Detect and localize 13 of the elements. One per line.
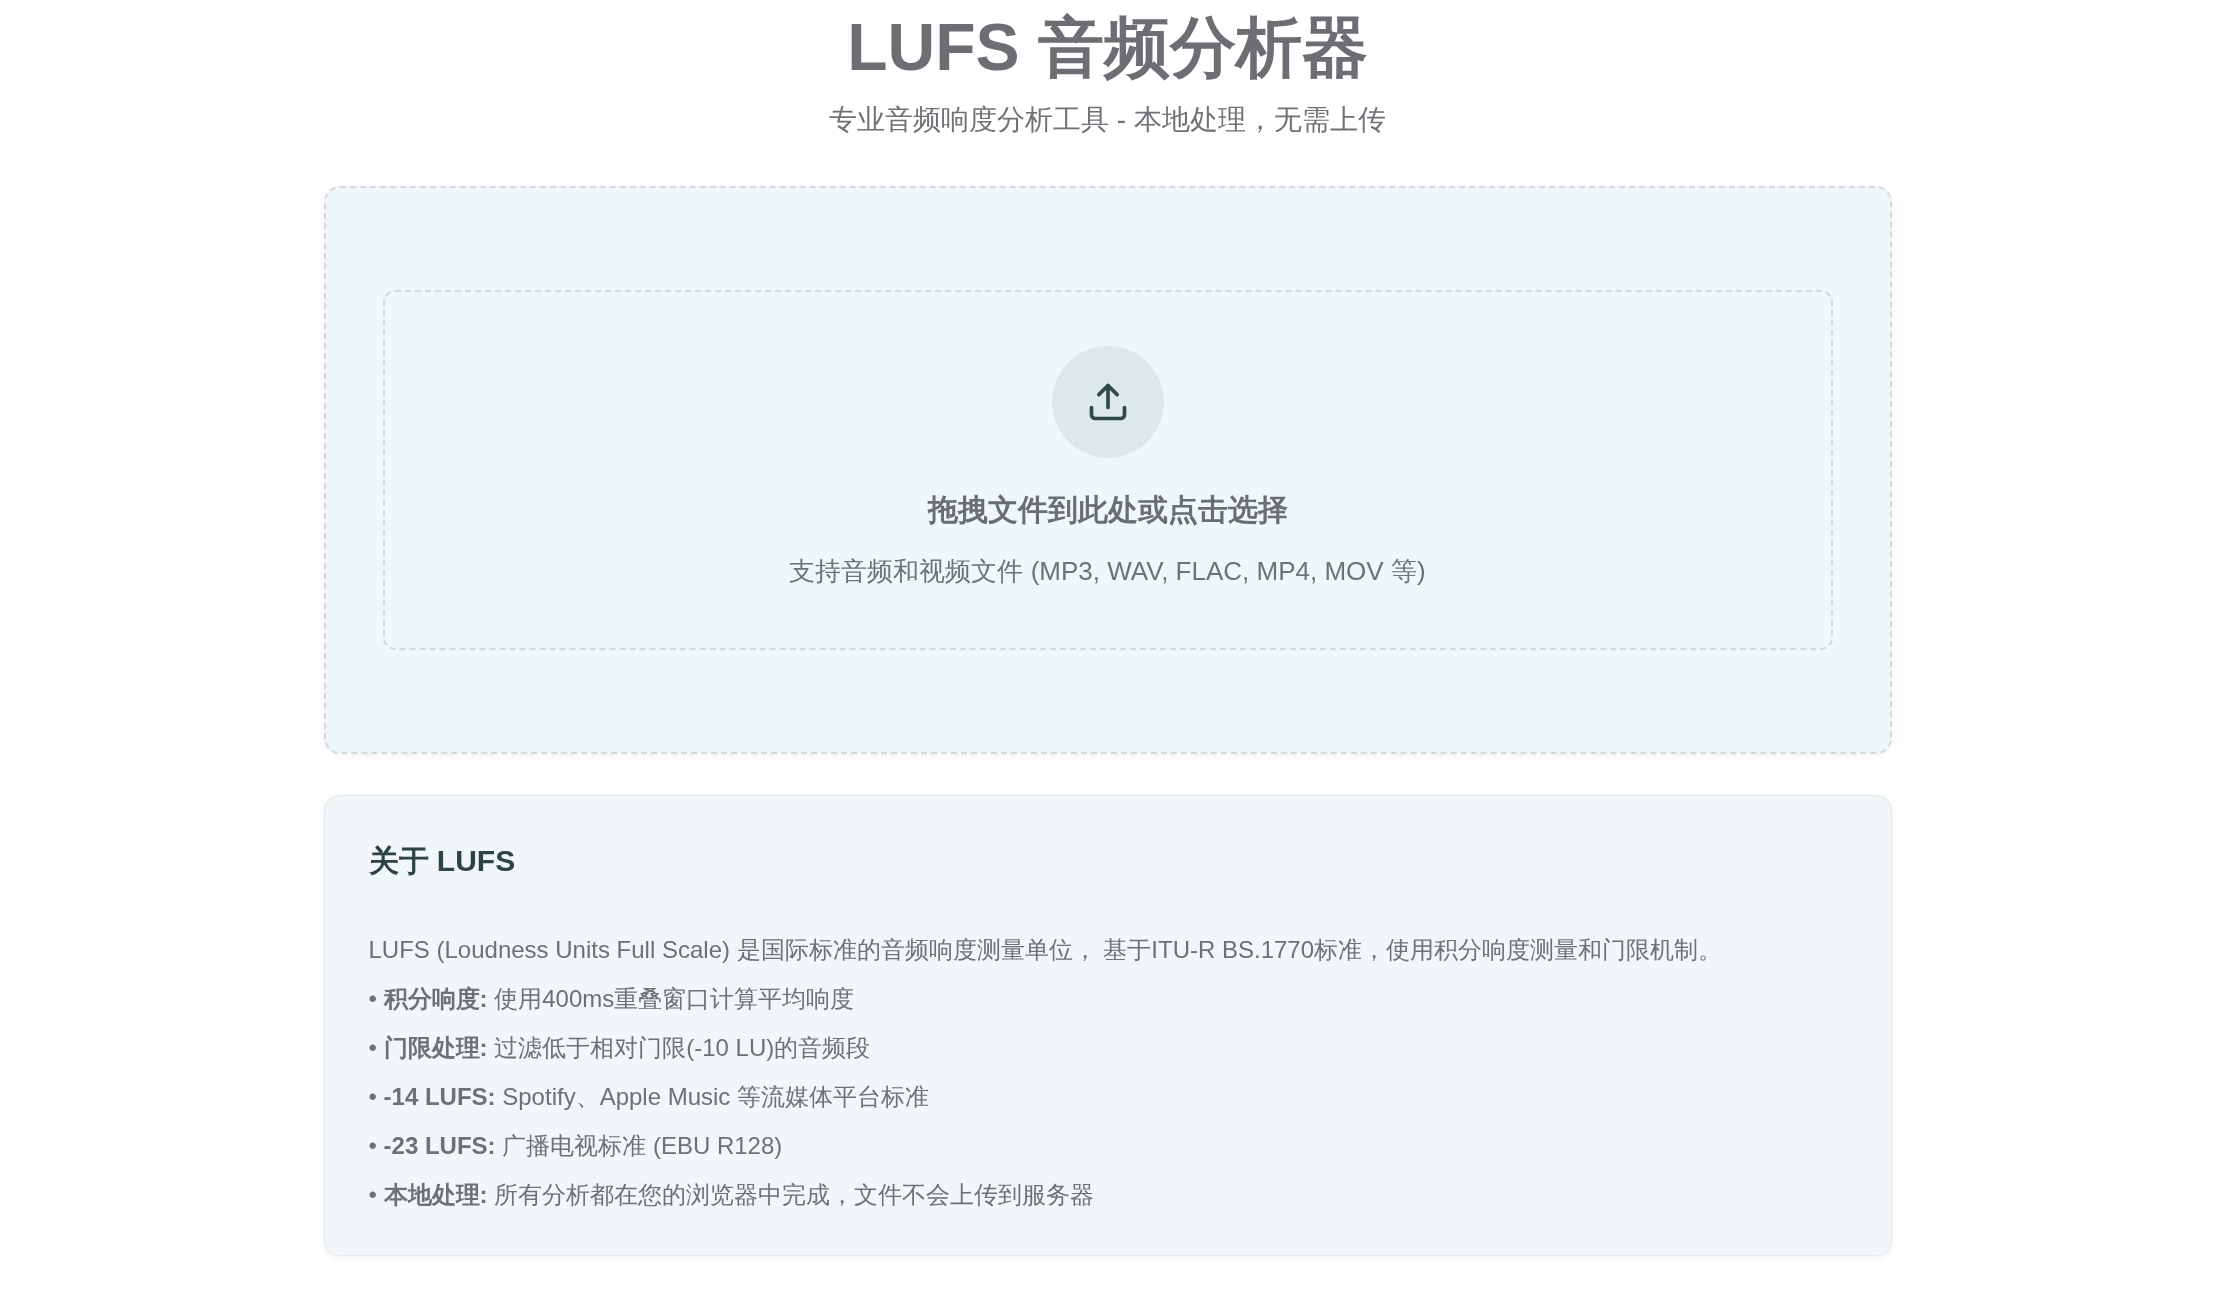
- about-point: • 门限处理: 过滤低于相对门限(-10 LU)的音频段: [368, 1033, 872, 1063]
- page-title: LUFS 音频分析器: [847, 9, 1368, 86]
- upload-icon: [1051, 346, 1164, 458]
- supported-formats-text: 支持音频和视频文件 (MP3, WAV, FLAC, MP4, MOV 等): [789, 555, 1426, 588]
- page-subtitle: 专业音频响度分析工具 - 本地处理，无需上传: [829, 103, 1386, 137]
- about-point: • 积分响度: 使用400ms重叠窗口计算平均响度: [368, 984, 856, 1014]
- about-point: • -23 LUFS: 广播电视标准 (EBU R128): [368, 1131, 784, 1161]
- about-intro: LUFS (Loudness Units Full Scale) 是国际标准的音频响度测量单位， 基于ITU-R BS.1770标准，使用积分响度测量和门限机制。: [368, 935, 1724, 965]
- drop-zone[interactable]: 拖拽文件到此处或点击选择 支持音频和视频文件 (MP3, WAV, FLAC, MP4, MOV 等): [382, 290, 1833, 650]
- about-title: 关于 LUFS: [368, 843, 517, 879]
- drop-prompt: 拖拽文件到此处或点击选择: [927, 492, 1288, 528]
- about-point: • 本地处理: 所有分析都在您的浏览器中完成，文件不会上传到服务器: [368, 1180, 1096, 1210]
- about-point: • -14 LUFS: Spotify、Apple Music 等流媒体平台标准: [368, 1082, 931, 1112]
